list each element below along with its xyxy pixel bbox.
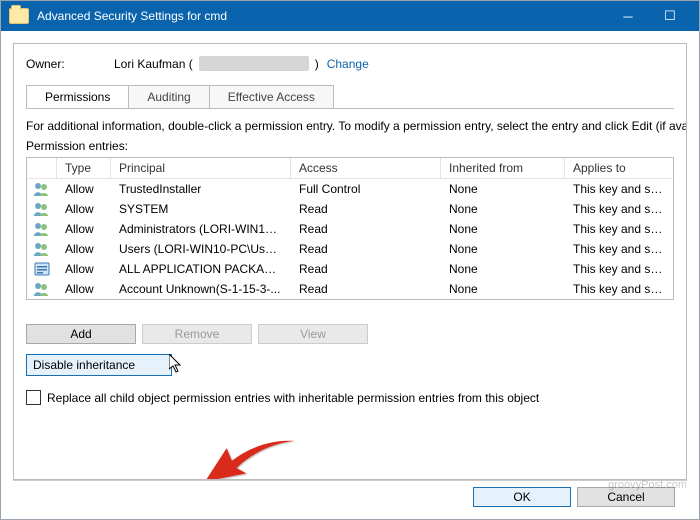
col-access[interactable]: Access [291,158,441,179]
table-row[interactable]: AllowSYSTEMReadNoneThis key and subkeys [27,199,673,219]
tab-effective-access[interactable]: Effective Access [209,85,334,108]
row-icon [27,262,57,276]
view-button: View [258,324,368,344]
row-type: Allow [57,262,111,276]
row-type: Allow [57,282,111,296]
table-row[interactable]: AllowAdministrators (LORI-WIN10-...ReadN… [27,219,673,239]
row-applies: This key and subkeys [565,262,673,276]
arrow-annotation [204,432,296,480]
row-access: Read [291,242,441,256]
owner-row: Owner: Lori Kaufman ( ) Change [26,56,674,71]
titlebar[interactable]: Advanced Security Settings for cmd ─ ☐ [1,1,699,31]
row-inherited: None [441,222,565,236]
row-inherited: None [441,182,565,196]
owner-name: Lori Kaufman ( [114,57,193,71]
entry-buttons: Add Remove View [26,324,674,344]
permission-entries-table: Type Principal Access Inherited from App… [26,157,674,300]
replace-child-row[interactable]: Replace all child object permission entr… [26,390,674,405]
col-type[interactable]: Type [57,158,111,179]
row-access: Read [291,262,441,276]
remove-button: Remove [142,324,252,344]
row-icon [27,202,57,216]
row-applies: This key and subkeys [565,222,673,236]
row-principal: Account Unknown(S-1-15-3-... [111,282,291,296]
row-inherited: None [441,282,565,296]
users-icon [33,282,51,296]
table-row[interactable]: AllowUsers (LORI-WIN10-PC\Users)ReadNone… [27,239,673,259]
row-icon [27,182,57,196]
row-type: Allow [57,182,111,196]
users-icon [33,222,51,236]
row-access: Read [291,202,441,216]
col-icon[interactable] [27,158,57,179]
inner-panel: Owner: Lori Kaufman ( ) Change Permissio… [13,43,687,480]
row-access: Read [291,282,441,296]
window-title: Advanced Security Settings for cmd [37,9,607,23]
users-icon [33,242,51,256]
replace-checkbox[interactable] [26,390,41,405]
table-body: AllowTrustedInstallerFull ControlNoneThi… [27,179,673,299]
row-principal: SYSTEM [111,202,291,216]
row-inherited: None [441,202,565,216]
row-access: Read [291,222,441,236]
owner-close-paren: ) [315,57,319,71]
row-applies: This key and subkeys [565,242,673,256]
replace-label: Replace all child object permission entr… [47,391,539,405]
package-icon [34,262,50,276]
help-text: For additional information, double-click… [26,119,674,133]
users-icon [33,202,51,216]
row-principal: TrustedInstaller [111,182,291,196]
col-inherited[interactable]: Inherited from [441,158,565,179]
row-applies: This key and subkeys [565,282,673,296]
row-type: Allow [57,222,111,236]
row-applies: This key and subkeys [565,182,673,196]
owner-label: Owner: [26,57,106,71]
add-button[interactable]: Add [26,324,136,344]
folder-icon [9,8,29,24]
tabs: Permissions Auditing Effective Access [26,85,674,109]
dialog-buttons: OK Cancel [13,480,687,513]
row-access: Full Control [291,182,441,196]
row-type: Allow [57,242,111,256]
window-buttons: ─ ☐ [607,1,691,31]
users-icon [33,182,51,196]
col-principal[interactable]: Principal [111,158,291,179]
table-row[interactable]: AllowAccount Unknown(S-1-15-3-...ReadNon… [27,279,673,299]
row-principal: Administrators (LORI-WIN10-... [111,222,291,236]
owner-redacted [199,56,309,71]
row-principal: Users (LORI-WIN10-PC\Users) [111,242,291,256]
row-inherited: None [441,242,565,256]
tab-auditing[interactable]: Auditing [128,85,209,108]
change-owner-link[interactable]: Change [327,57,369,71]
maximize-button[interactable]: ☐ [649,1,691,31]
row-type: Allow [57,202,111,216]
advanced-security-window: Advanced Security Settings for cmd ─ ☐ O… [0,0,700,520]
row-principal: ALL APPLICATION PACKAGES [111,262,291,276]
disable-inheritance-button[interactable]: Disable inheritance [26,354,172,376]
row-icon [27,242,57,256]
ok-button[interactable]: OK [473,487,571,507]
table-row[interactable]: AllowTrustedInstallerFull ControlNoneThi… [27,179,673,199]
row-icon [27,282,57,296]
tab-permissions[interactable]: Permissions [26,85,129,108]
cancel-button[interactable]: Cancel [577,487,675,507]
disable-inheritance-label: Disable inheritance [33,358,135,372]
table-header: Type Principal Access Inherited from App… [27,158,673,179]
cursor-icon [169,354,185,379]
row-applies: This key and subkeys [565,202,673,216]
table-row[interactable]: AllowALL APPLICATION PACKAGESReadNoneThi… [27,259,673,279]
minimize-button[interactable]: ─ [607,1,649,31]
row-inherited: None [441,262,565,276]
owner-value: Lori Kaufman ( ) [114,56,319,71]
permission-entries-label: Permission entries: [26,139,674,153]
row-icon [27,222,57,236]
content-area: Owner: Lori Kaufman ( ) Change Permissio… [1,31,699,519]
col-applies[interactable]: Applies to [565,158,673,179]
